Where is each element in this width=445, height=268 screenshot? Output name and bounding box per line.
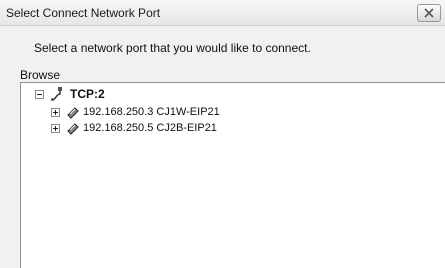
dialog-titlebar: Select Connect Network Port bbox=[0, 0, 445, 26]
tree-node-device[interactable]: 192.168.250.5 CJ2B-EIP21 bbox=[51, 120, 217, 136]
tree-node-label: 192.168.250.3 CJ1W-EIP21 bbox=[83, 106, 220, 118]
network-port-icon bbox=[67, 123, 79, 135]
dialog-prompt: Select a network port that you would lik… bbox=[34, 41, 311, 55]
tree-node-root-label: TCP:2 bbox=[70, 87, 105, 101]
close-button[interactable] bbox=[417, 4, 441, 22]
collapse-toggle[interactable] bbox=[35, 89, 44, 99]
tree-node-device[interactable]: 192.168.250.3 CJ1W-EIP21 bbox=[51, 104, 220, 120]
tree-node-root[interactable]: TCP:2 bbox=[35, 86, 105, 102]
expand-toggle[interactable] bbox=[51, 107, 60, 117]
network-cable-icon bbox=[51, 87, 62, 101]
expand-toggle[interactable] bbox=[51, 123, 60, 133]
network-tree[interactable]: TCP:2 192.168.250.3 CJ1W-EIP21 192.168.2… bbox=[20, 82, 445, 268]
close-icon bbox=[424, 8, 434, 18]
dialog-title: Select Connect Network Port bbox=[6, 6, 161, 20]
network-port-icon bbox=[67, 107, 79, 119]
tree-node-label: 192.168.250.5 CJ2B-EIP21 bbox=[83, 122, 217, 134]
browse-label: Browse bbox=[20, 68, 61, 82]
